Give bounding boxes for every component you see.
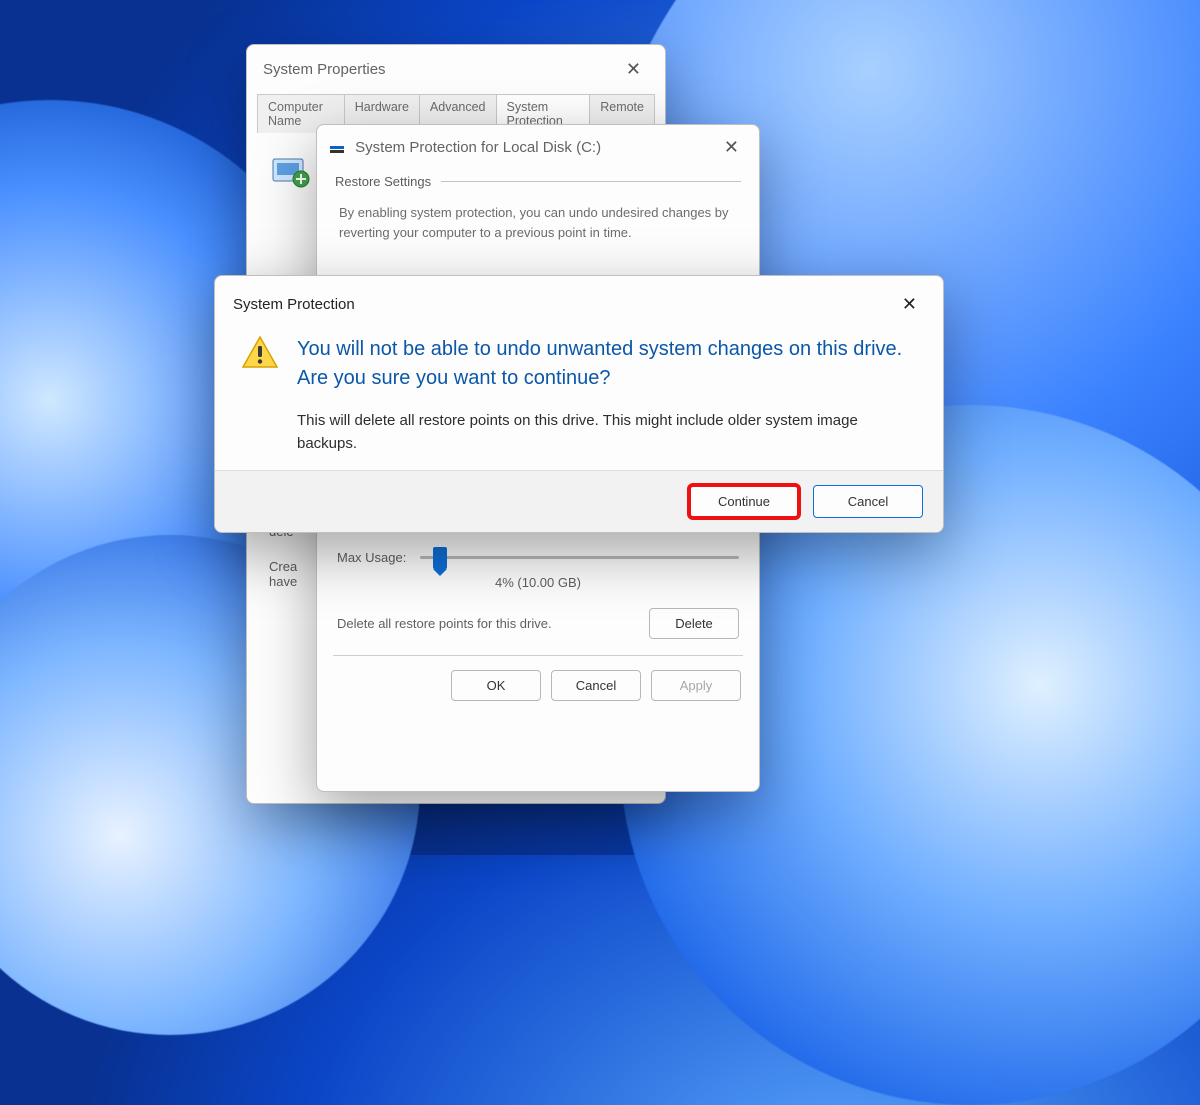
cancel-button[interactable]: Cancel — [551, 670, 641, 701]
confirm-subtext: This will delete all restore points on t… — [297, 409, 917, 456]
ok-button[interactable]: OK — [451, 670, 541, 701]
slider-thumb[interactable] — [433, 547, 447, 569]
group-label: Restore Settings — [335, 174, 431, 189]
titlebar[interactable]: System Protection for Local Disk (C:) ✕ — [317, 125, 759, 166]
cancel-button[interactable]: Cancel — [813, 485, 923, 518]
titlebar[interactable]: System Protection ✕ — [215, 276, 943, 329]
system-protection-icon — [269, 149, 313, 196]
apply-button: Apply — [651, 670, 741, 701]
drive-icon — [329, 142, 345, 154]
max-usage-value: 4% (10.00 GB) — [317, 575, 759, 590]
divider — [333, 655, 743, 656]
window-title: System Properties — [263, 61, 386, 78]
close-icon[interactable]: ✕ — [618, 55, 649, 84]
max-usage-label: Max Usage: — [337, 550, 406, 565]
confirm-dialog: System Protection ✕ You will not be able… — [214, 275, 944, 533]
divider — [441, 181, 741, 182]
window-title: System Protection for Local Disk (C:) — [355, 139, 601, 156]
close-icon[interactable]: ✕ — [894, 290, 925, 319]
max-usage-slider[interactable] — [420, 556, 739, 559]
max-usage-row: Max Usage: — [337, 550, 739, 565]
delete-button[interactable]: Delete — [649, 608, 739, 639]
confirm-heading: You will not be able to undo unwanted sy… — [297, 335, 917, 393]
titlebar[interactable]: System Properties ✕ — [247, 45, 665, 94]
continue-button[interactable]: Continue — [689, 485, 799, 518]
close-icon[interactable]: ✕ — [716, 133, 747, 162]
restore-settings-group: Restore Settings By enabling system prot… — [335, 174, 741, 250]
dialog-title: System Protection — [233, 296, 355, 313]
warning-icon — [241, 335, 279, 456]
delete-description: Delete all restore points for this drive… — [337, 616, 552, 631]
restore-description: By enabling system protection, you can u… — [335, 189, 741, 250]
